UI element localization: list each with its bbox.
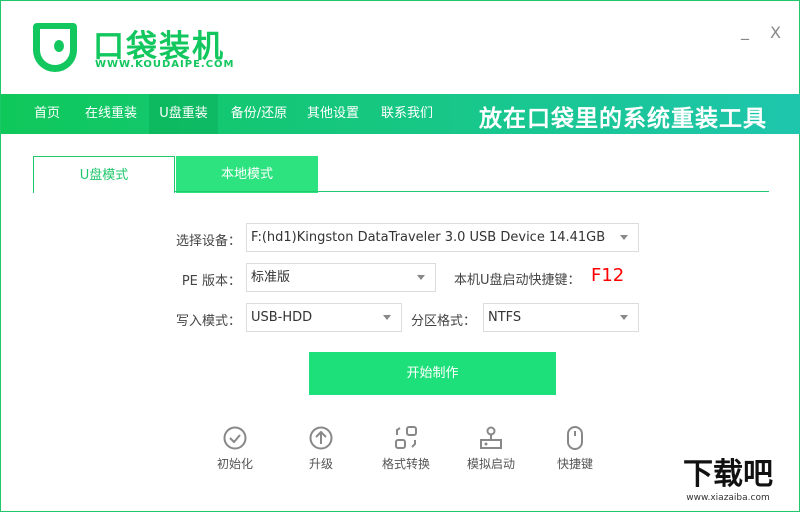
tool-format-convert[interactable]: 格式转换 bbox=[371, 425, 441, 472]
tab-usb-mode[interactable]: U盘模式 bbox=[33, 156, 175, 193]
device-label: 选择设备： bbox=[175, 234, 241, 249]
nav-other-settings[interactable]: 其他设置 bbox=[299, 94, 367, 134]
check-circle-icon bbox=[223, 426, 247, 450]
nav-contact[interactable]: 联系我们 bbox=[373, 94, 441, 134]
minimize-button[interactable]: _ bbox=[741, 21, 749, 40]
write-mode-value: USB-HDD bbox=[251, 310, 313, 325]
tool-initialize[interactable]: 初始化 bbox=[200, 425, 270, 472]
stamp-icon bbox=[480, 426, 502, 449]
write-mode-select[interactable]: USB-HDD bbox=[246, 303, 402, 332]
main-nav: 首页 在线重装 U盘重装 备份/还原 其他设置 联系我们 放在口袋里的系统重装工… bbox=[1, 94, 800, 134]
pe-version-value: 标准版 bbox=[251, 270, 291, 285]
upgrade-icon bbox=[309, 426, 333, 450]
nav-backup-restore[interactable]: 备份/还原 bbox=[221, 94, 297, 134]
partition-select[interactable]: NTFS bbox=[483, 303, 639, 332]
tool-upgrade[interactable]: 升级 bbox=[286, 425, 356, 472]
watermark-text: 下载吧 bbox=[683, 457, 773, 492]
nav-usb-reinstall[interactable]: U盘重装 bbox=[149, 94, 218, 134]
pe-version-select[interactable]: 标准版 bbox=[246, 263, 436, 292]
logo-icon bbox=[33, 23, 77, 72]
convert-icon bbox=[395, 426, 417, 449]
device-value: F:(hd1)Kingston DataTraveler 3.0 USB Dev… bbox=[251, 230, 606, 245]
tool-simulate-boot[interactable]: 模拟启动 bbox=[456, 425, 526, 472]
tab-local-mode[interactable]: 本地模式 bbox=[176, 156, 318, 193]
mouse-icon bbox=[567, 426, 583, 450]
hotkey-value: F12 bbox=[591, 265, 625, 286]
start-button[interactable]: 开始制作 bbox=[309, 352, 556, 395]
app-url: WWW.KOUDAIPE.COM bbox=[95, 59, 235, 70]
chevron-down-icon bbox=[620, 235, 628, 240]
watermark-url: www.xiazaiba.com bbox=[686, 493, 770, 503]
pe-version-label: PE 版本： bbox=[181, 274, 241, 289]
write-mode-label: 写入模式： bbox=[175, 314, 241, 329]
hotkey-label: 本机U盘启动快捷键： bbox=[454, 273, 581, 288]
slogan: 放在口袋里的系统重装工具 bbox=[479, 106, 767, 132]
chevron-down-icon bbox=[620, 315, 628, 320]
tool-label: 初始化 bbox=[216, 457, 253, 471]
tool-label: 格式转换 bbox=[381, 457, 430, 471]
chevron-down-icon bbox=[417, 275, 425, 280]
device-select[interactable]: F:(hd1)Kingston DataTraveler 3.0 USB Dev… bbox=[246, 223, 639, 252]
close-button[interactable]: X bbox=[770, 23, 781, 42]
tool-label: 模拟启动 bbox=[466, 457, 515, 471]
watermark: 下载吧 www.xiazaiba.com bbox=[661, 457, 795, 509]
tool-hotkey[interactable]: 快捷键 bbox=[540, 425, 610, 472]
chevron-down-icon bbox=[383, 315, 391, 320]
tool-label: 快捷键 bbox=[556, 457, 593, 471]
nav-home[interactable]: 首页 bbox=[21, 94, 73, 134]
nav-online-reinstall[interactable]: 在线重装 bbox=[77, 94, 145, 134]
partition-label: 分区格式： bbox=[411, 314, 477, 329]
tool-label: 升级 bbox=[308, 457, 333, 471]
partition-value: NTFS bbox=[488, 310, 522, 325]
